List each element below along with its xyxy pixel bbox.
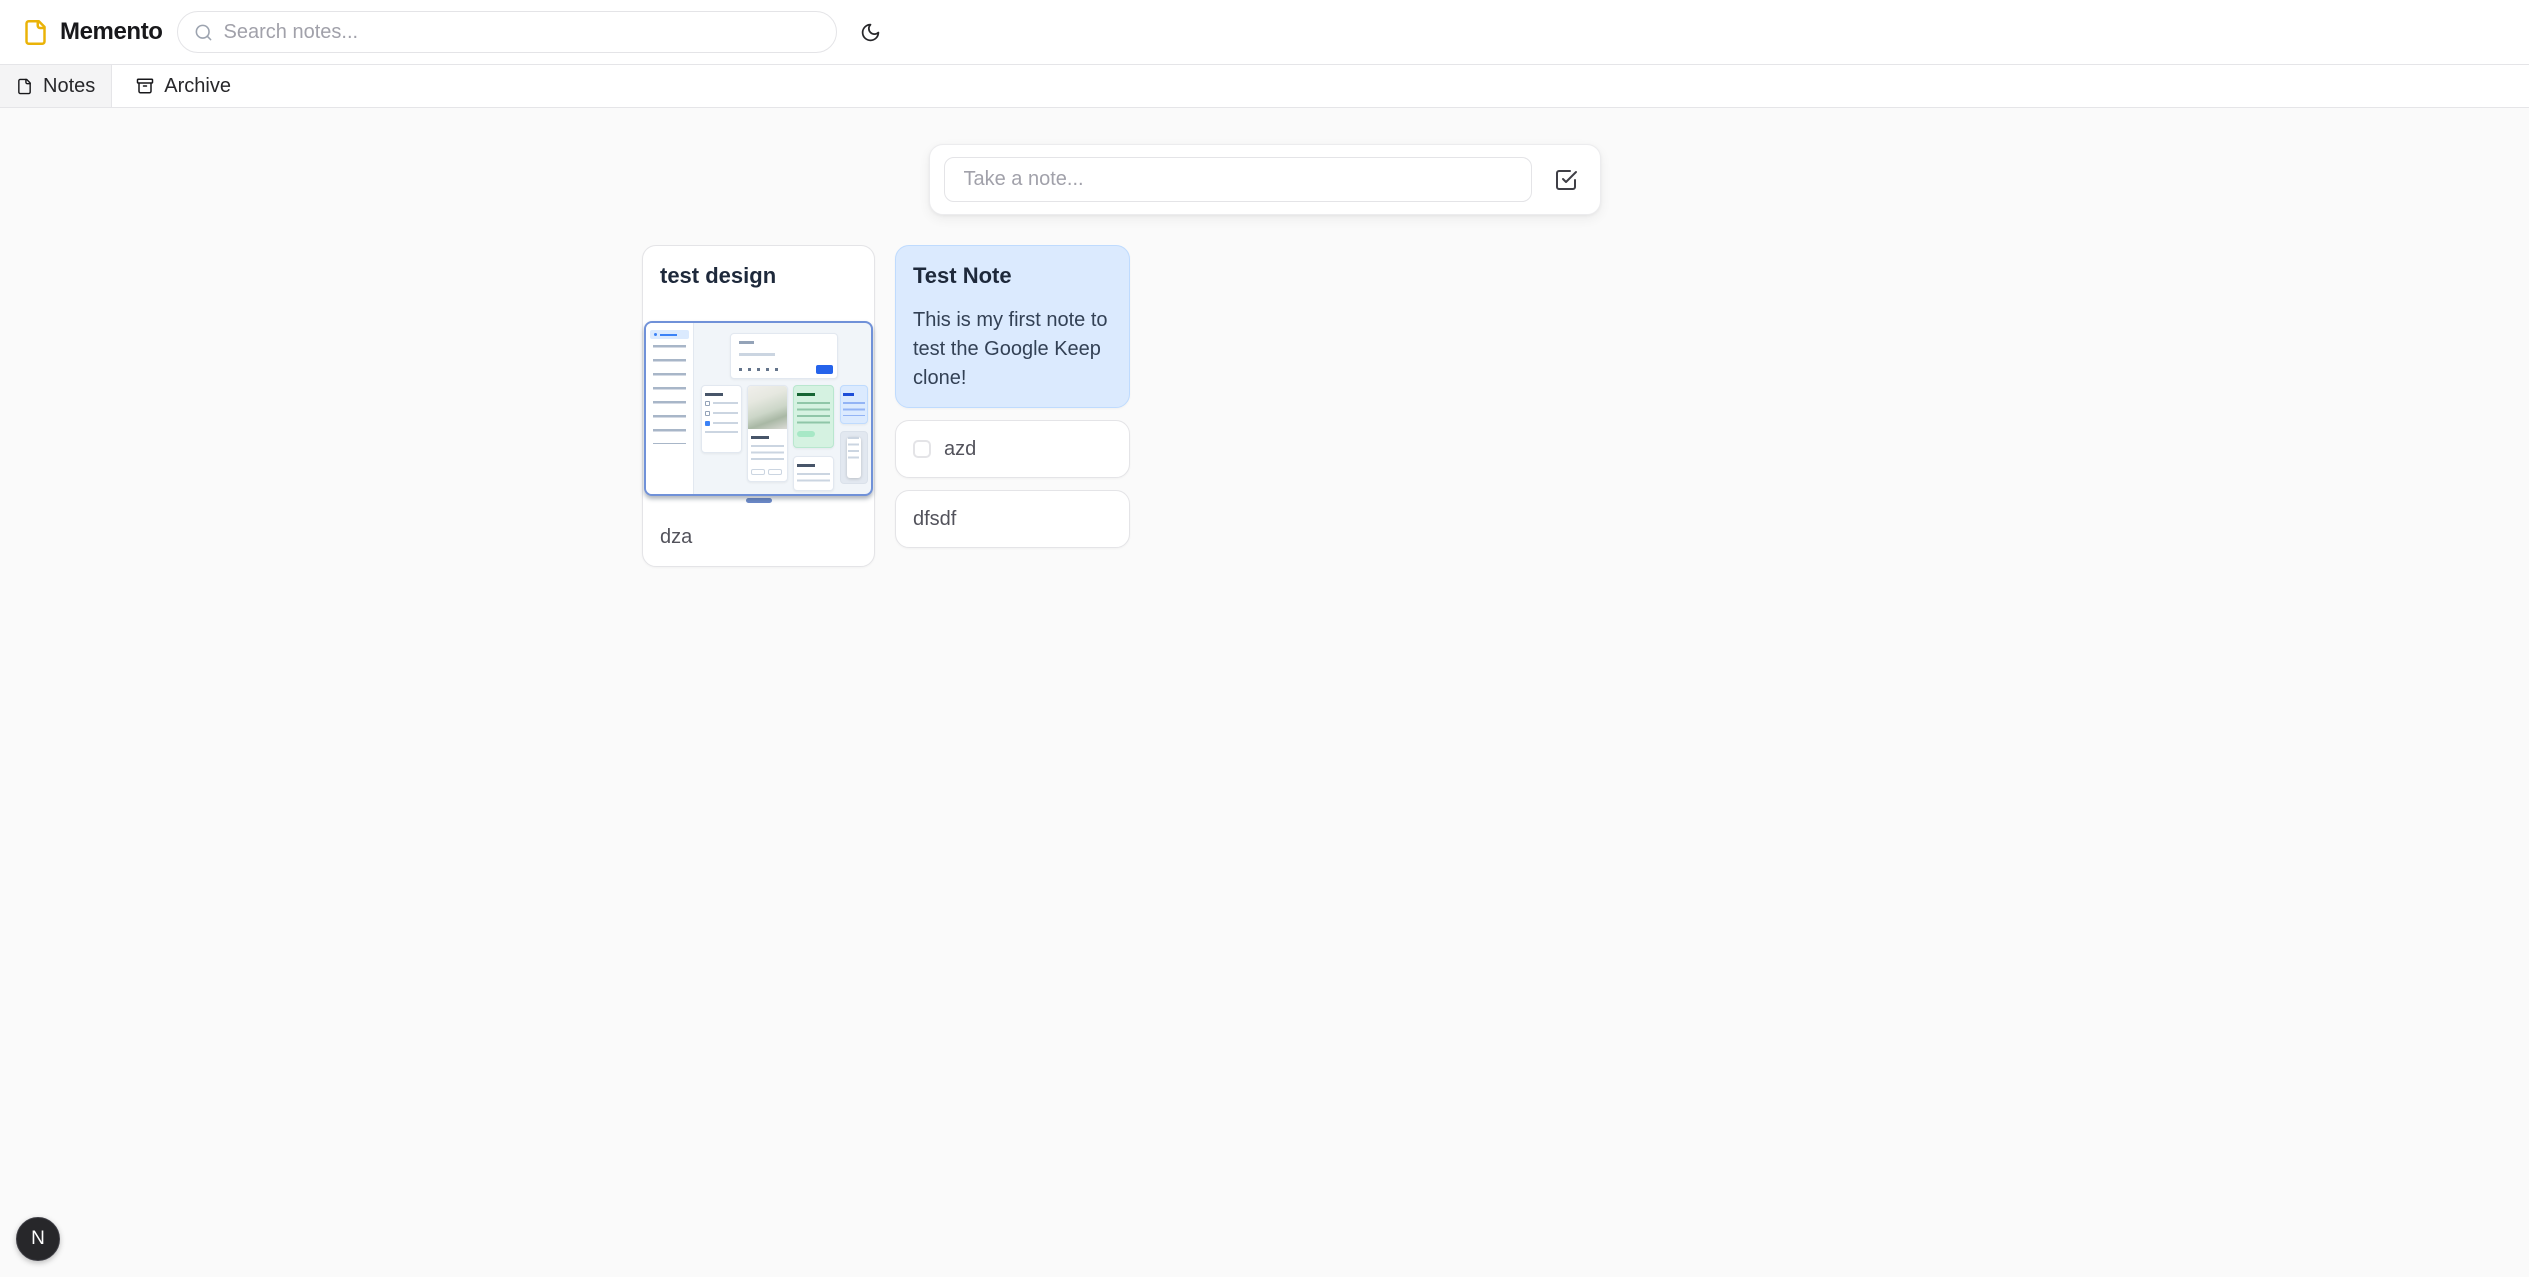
notes-column-1: test design xyxy=(642,245,875,567)
thumbnail-composer xyxy=(730,333,838,379)
file-icon xyxy=(16,78,33,95)
note-title: test design xyxy=(643,262,874,290)
moon-icon xyxy=(860,22,881,43)
tab-archive-label: Archive xyxy=(164,75,231,98)
theme-toggle-button[interactable] xyxy=(851,12,891,52)
note-card-test-design[interactable]: test design xyxy=(642,245,875,567)
note-body: dza xyxy=(643,525,874,549)
checklist-item-label: azd xyxy=(944,437,976,461)
notes-column-2: Test Note This is my first note to test … xyxy=(895,245,1130,548)
tab-archive[interactable]: Archive xyxy=(112,65,255,107)
app-header: Memento xyxy=(0,0,2529,65)
thumbnail-sidebar xyxy=(646,323,694,494)
search-icon xyxy=(194,23,213,42)
search-input[interactable] xyxy=(224,21,820,44)
note-composer[interactable] xyxy=(929,144,1601,215)
thumbnail-green-card xyxy=(793,385,834,448)
new-checklist-button[interactable] xyxy=(1544,158,1588,202)
note-card-azd[interactable]: azd xyxy=(895,420,1130,478)
take-a-note-input[interactable] xyxy=(944,157,1532,202)
tab-notes-label: Notes xyxy=(43,75,95,98)
note-body: This is my first note to test the Google… xyxy=(913,306,1112,393)
app-title: Memento xyxy=(60,18,163,46)
tab-bar: Notes Archive xyxy=(0,65,2529,108)
thumbnail-checklist-card xyxy=(701,385,742,453)
avatar-initial: N xyxy=(31,1228,45,1250)
sticky-note-icon xyxy=(22,19,49,46)
search-bar[interactable] xyxy=(177,11,837,53)
check-square-icon xyxy=(1554,168,1578,192)
note-card-test-note[interactable]: Test Note This is my first note to test … xyxy=(895,245,1130,408)
notes-grid: test design xyxy=(642,245,1887,567)
thumbnail-phone-panel xyxy=(840,431,868,484)
note-image xyxy=(644,321,873,496)
profile-avatar[interactable]: N xyxy=(16,1217,60,1261)
note-title: Test Note xyxy=(913,262,1112,290)
thumbnail-blue-card xyxy=(840,385,868,424)
thumbnail-white-card xyxy=(793,456,834,490)
note-card-dfsdf[interactable]: dfsdf xyxy=(895,490,1130,548)
note-body: dfsdf xyxy=(913,507,1112,531)
tab-notes[interactable]: Notes xyxy=(0,65,112,107)
checklist-checkbox[interactable] xyxy=(913,440,931,458)
thumbnail-photo-card xyxy=(747,385,788,482)
archive-icon xyxy=(136,77,154,95)
image-scrollbar-thumb xyxy=(746,498,772,503)
brand: Memento xyxy=(22,18,163,46)
main-content: test design xyxy=(0,108,2529,567)
